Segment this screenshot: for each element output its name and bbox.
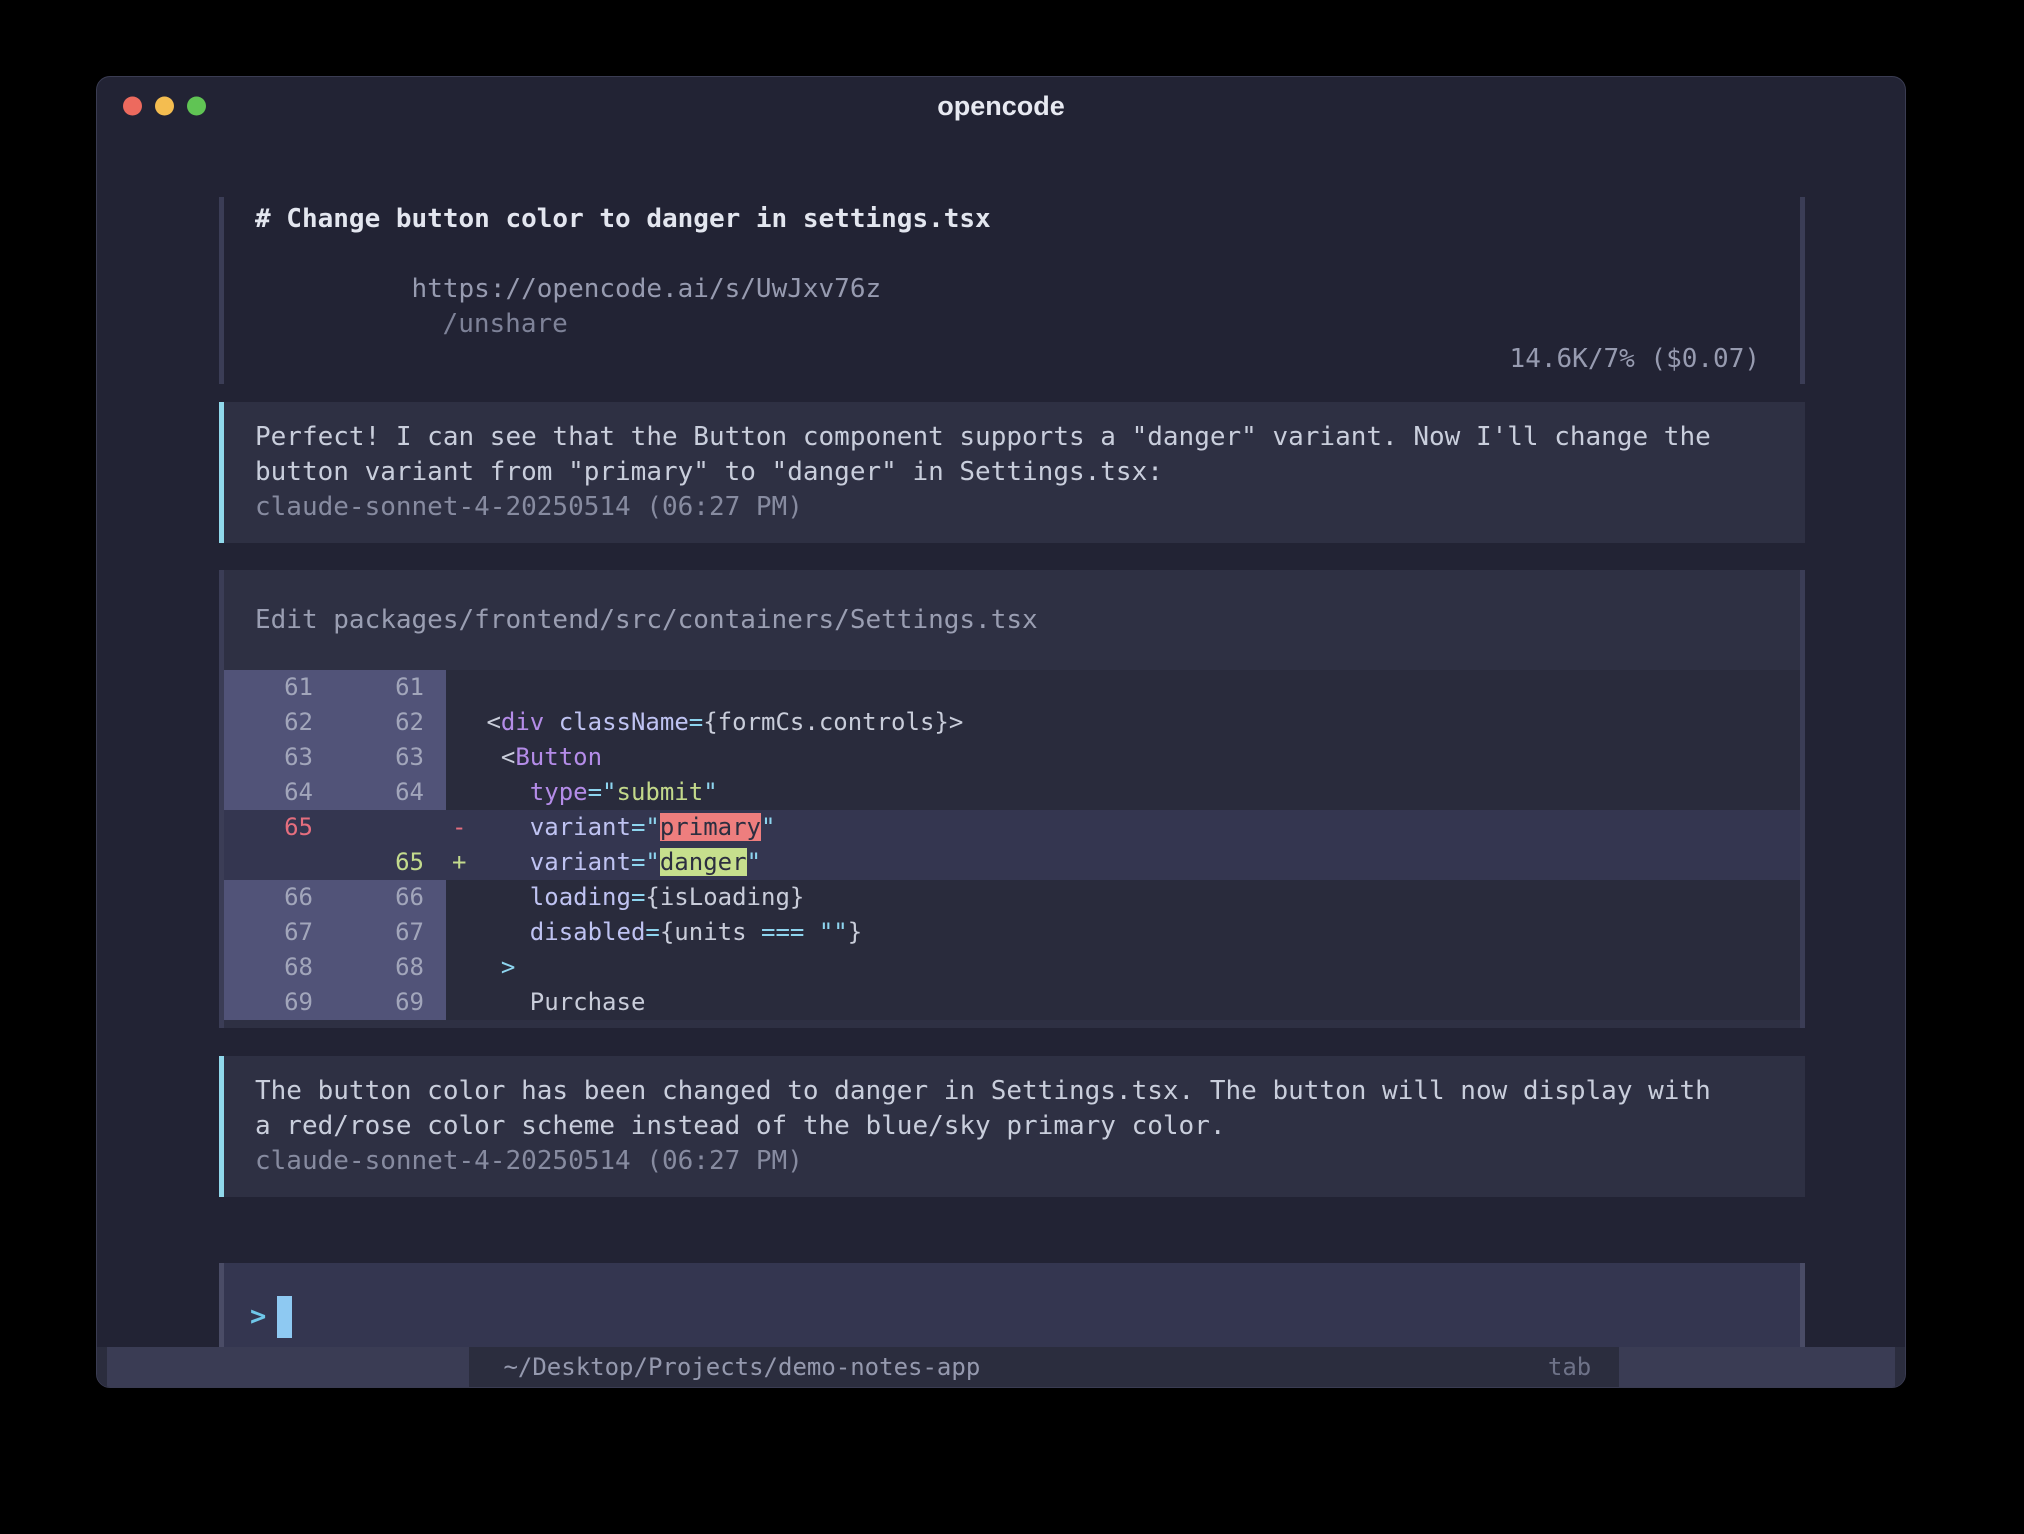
diff-row: 6666 loading={isLoading} [224, 880, 1800, 915]
prompt-symbol: > [250, 1301, 266, 1332]
edit-tool-card: Edit packages/frontend/src/containers/Se… [219, 570, 1805, 1028]
diff-sign [446, 670, 472, 705]
diff-row: 6767 disabled={units === ""} [224, 915, 1800, 950]
diff-line-number-old [224, 845, 335, 880]
session-header-left: # Change button color to danger in setti… [255, 202, 1510, 377]
diff-code-line [472, 670, 1800, 705]
diff-line-number-old: 62 [224, 705, 335, 740]
diff-line-number-old: 69 [224, 985, 335, 1020]
session-header: # Change button color to danger in setti… [219, 197, 1805, 384]
diff-line-number-new: 61 [335, 670, 446, 705]
diff-row: 6868 > [224, 950, 1800, 985]
diff-row: 6262 <div className={formCs.controls}> [224, 705, 1800, 740]
diff-row: 65 - variant="primary" [224, 810, 1800, 845]
diff-line-number-new: 66 [335, 880, 446, 915]
diff-sign [446, 880, 472, 915]
zoom-button[interactable] [187, 97, 206, 116]
mode-badge: BUILDMODE [1619, 1347, 1895, 1387]
assistant-message-meta: claude-sonnet-4-20250514 (06:27 PM) [255, 490, 1735, 525]
diff-sign [446, 985, 472, 1020]
share-url-link[interactable]: https://opencode.ai/s/UwJxv76z [412, 274, 882, 304]
app-window: opencode # Change button color to danger… [96, 76, 1906, 1388]
diff-row: 6969 Purchase [224, 985, 1800, 1020]
diff-row: 6464 type="submit" [224, 775, 1800, 810]
edit-tool-title: Edit packages/frontend/src/containers/Se… [224, 602, 1800, 638]
diff-line-number-old: 68 [224, 950, 335, 985]
assistant-message: Perfect! I can see that the Button compo… [219, 402, 1805, 543]
diff-sign: - [446, 810, 472, 845]
diff-code-line: <div className={formCs.controls}> [472, 705, 1800, 740]
close-button[interactable] [123, 97, 142, 116]
diff-sign: + [446, 845, 472, 880]
diff-sign [446, 775, 472, 810]
diff-line-number-new: 67 [335, 915, 446, 950]
statusbar-spacer [980, 1347, 1548, 1387]
diff-line-number-new: 63 [335, 740, 446, 775]
diff-code-line: Purchase [472, 985, 1800, 1020]
diff-row: 65+ variant="danger" [224, 845, 1800, 880]
diff-line-number-old: 63 [224, 740, 335, 775]
diff-row: 6363 <Button [224, 740, 1800, 775]
diff-code-line: > [472, 950, 1800, 985]
diff-line-number-old: 67 [224, 915, 335, 950]
diff-line-number-old: 64 [224, 775, 335, 810]
status-bar: opencodev0.3.11 ~/Desktop/Projects/demo-… [97, 1347, 1905, 1387]
assistant-message-meta: claude-sonnet-4-20250514 (06:27 PM) [255, 1144, 1735, 1179]
diff-code-line: loading={isLoading} [472, 880, 1800, 915]
diff-code-line: type="submit" [472, 775, 1800, 810]
tab-key-hint: tab [1548, 1347, 1591, 1387]
diff-sign [446, 740, 472, 775]
assistant-message-text: The button color has been changed to dan… [255, 1074, 1735, 1144]
diff-code-line: variant="primary" [472, 810, 1800, 845]
diff-line-number-new: 68 [335, 950, 446, 985]
diff-line-number-new: 65 [335, 845, 446, 880]
diff-line-number-new: 64 [335, 775, 446, 810]
share-url-line: https://opencode.ai/s/UwJxv76z /unshare [255, 237, 1510, 377]
window-title: opencode [937, 91, 1065, 122]
title-bar: opencode [97, 77, 1905, 135]
diff-code-line: <Button [472, 740, 1800, 775]
cwd-path: ~/Desktop/Projects/demo-notes-app [503, 1347, 980, 1387]
diff-line-number-old: 61 [224, 670, 335, 705]
main-content: # Change button color to danger in setti… [97, 135, 1905, 1347]
diff-sign [446, 915, 472, 950]
session-title: # Change button color to danger in setti… [255, 202, 1510, 237]
diff-row: 6161 [224, 670, 1800, 705]
text-cursor [277, 1296, 292, 1338]
unshare-command: /unshare [443, 309, 568, 339]
diff-line-number-old: 65 [224, 810, 335, 845]
assistant-message: The button color has been changed to dan… [219, 1056, 1805, 1197]
app-version-badge: opencodev0.3.11 [107, 1347, 469, 1387]
diff-code-line: variant="danger" [472, 845, 1800, 880]
diff-line-number-new [335, 810, 446, 845]
diff-code-line: disabled={units === ""} [472, 915, 1800, 950]
diff-line-number-new: 62 [335, 705, 446, 740]
minimize-button[interactable] [155, 97, 174, 116]
diff-sign [446, 950, 472, 985]
assistant-message-text: Perfect! I can see that the Button compo… [255, 420, 1735, 490]
diff-view: 61616262 <div className={formCs.controls… [224, 670, 1800, 1020]
diff-line-number-old: 66 [224, 880, 335, 915]
context-usage: 14.6K/7% ($0.07) [1510, 342, 1760, 377]
diff-line-number-new: 69 [335, 985, 446, 1020]
traffic-lights [123, 97, 206, 116]
diff-sign [446, 705, 472, 740]
